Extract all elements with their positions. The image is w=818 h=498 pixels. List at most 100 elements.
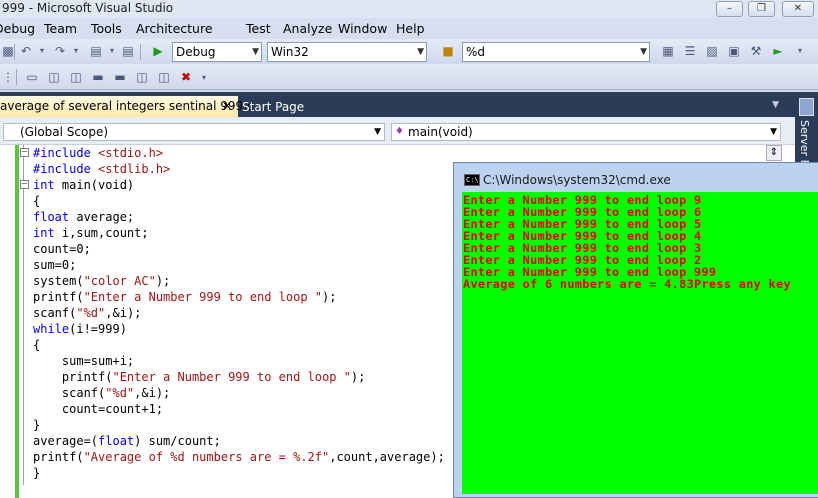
console-output[interactable]: Enter a Number 999 to end loop 9 Enter a…	[462, 192, 818, 494]
chevron-down-icon: ▼	[374, 127, 381, 137]
console-title: C:\Windows\system32\cmd.exe	[483, 173, 671, 187]
menu-test[interactable]: Test	[246, 21, 271, 36]
standard-toolbar: ▩ ↶ ▾ ↷ ▾ ▤ ▾ ▤ ▶ Debug ▼ Win32 ▼ ■ %d ▼…	[0, 39, 818, 64]
toolbox-icon[interactable]: ▣	[726, 43, 742, 59]
menu-team[interactable]: Team	[44, 21, 77, 36]
tab-source-file[interactable]: average of several integers sentinal 999…	[0, 96, 254, 117]
code-token: #include	[33, 146, 99, 160]
collapse-icon[interactable]: –	[20, 180, 29, 189]
extension-manager-icon[interactable]: ►	[770, 43, 786, 59]
scope-select[interactable]: (Global Scope) ▼	[3, 123, 385, 141]
menu-bar: Debug Team Tools Architecture Test Analy…	[0, 18, 818, 39]
server-explorer-icon[interactable]	[799, 98, 814, 116]
minimize-button[interactable]: –	[716, 1, 743, 17]
document-tab-bar: average of several integers sentinal 999…	[0, 92, 795, 117]
undo-dropdown-icon[interactable]: ▾	[34, 43, 50, 59]
solution-explorer-icon[interactable]: ▦	[660, 43, 676, 59]
menu-tools[interactable]: Tools	[91, 21, 122, 36]
comment-icon[interactable]: ◫	[134, 69, 150, 85]
find-value: %d	[466, 45, 486, 59]
toolbar-options-icon[interactable]: ▾	[196, 70, 212, 86]
uncomment-icon[interactable]: ◫	[156, 69, 172, 85]
code-token: ,count,average);	[329, 450, 445, 464]
code-line: int main(void)	[33, 177, 134, 193]
code-token: average=(	[33, 434, 99, 448]
console-window[interactable]: C:\ C:\Windows\system32\cmd.exe Enter a …	[453, 162, 818, 498]
code-line: count=count+1;	[33, 401, 163, 417]
redo-dropdown-icon[interactable]: ▾	[68, 43, 84, 59]
tab-start-page[interactable]: Start Page	[242, 100, 304, 114]
chevron-down-icon: ▼	[417, 47, 424, 57]
solution-platform-select[interactable]: Win32 ▼	[267, 42, 427, 62]
object-browser-icon[interactable]: ▨	[704, 43, 720, 59]
find-combo[interactable]: %d ▼	[462, 42, 650, 62]
menu-debug[interactable]: Debug	[0, 21, 35, 36]
method-icon: ♦	[395, 126, 404, 137]
display-quick-info-icon[interactable]: ▭	[24, 69, 40, 85]
start-debugging-icon[interactable]: ▶	[150, 43, 166, 59]
parameter-info-icon[interactable]: ◫	[46, 69, 62, 85]
close-button[interactable]: ✕	[782, 1, 814, 17]
code-line: sum=sum+i;	[33, 353, 134, 369]
menu-analyze[interactable]: Analyze	[283, 21, 332, 36]
clear-bookmarks-icon[interactable]: ✖	[178, 69, 194, 85]
code-token: {	[33, 338, 41, 352]
code-token: );	[350, 370, 366, 384]
navigate-forward-icon[interactable]: ▤	[120, 43, 136, 59]
tab-label: average of several integers sentinal 999…	[0, 99, 254, 113]
member-select[interactable]: ♦ main(void) ▼	[391, 123, 781, 141]
navigate-backward-icon[interactable]: ▤	[88, 43, 104, 59]
tools-icon[interactable]: ⚒	[748, 43, 764, 59]
close-icon[interactable]: ✕	[222, 96, 232, 116]
server-explorer-label[interactable]: Server E	[798, 120, 811, 167]
menu-architecture[interactable]: Architecture	[136, 21, 213, 36]
code-line: system("color AC");	[33, 273, 170, 289]
code-token: #include	[33, 162, 99, 176]
code-line: average=(float) sum/count;	[33, 433, 221, 449]
outline-guide	[23, 145, 24, 485]
code-token: int	[33, 178, 55, 192]
code-line: scanf("%d",&i);	[33, 385, 170, 401]
code-token: count=0;	[33, 242, 91, 256]
decrease-indent-icon[interactable]: ▬	[90, 69, 106, 85]
code-token: "color AC"	[83, 274, 156, 288]
collapse-icon[interactable]: –	[20, 148, 29, 157]
code-token: float	[33, 210, 70, 224]
menu-help[interactable]: Help	[396, 21, 425, 36]
code-token: system(	[33, 274, 84, 288]
code-line: #include <stdio.h>	[33, 145, 163, 161]
find-in-files-icon[interactable]: ■	[440, 43, 456, 59]
solution-configuration-select[interactable]: Debug ▼	[172, 42, 262, 62]
code-token: ,&i);	[105, 306, 142, 320]
menu-window[interactable]: Window	[338, 21, 387, 36]
code-token: sum=sum+i;	[33, 354, 135, 368]
navigate-dropdown-icon[interactable]: ▾	[104, 43, 120, 59]
split-window-icon[interactable]: ⇕	[766, 145, 782, 161]
redo-icon[interactable]: ↷	[52, 43, 68, 59]
code-token: printf(	[33, 370, 113, 384]
code-token: ) sum/count;	[134, 434, 221, 448]
undo-icon[interactable]: ↶	[18, 43, 34, 59]
tab-list-dropdown-icon[interactable]: ▼	[772, 100, 779, 110]
code-line: }	[33, 417, 40, 433]
code-line: while(i!=999)	[33, 321, 127, 337]
toolbar-options-icon[interactable]: ▾	[792, 43, 808, 59]
code-token: count=count+1;	[33, 402, 164, 416]
console-app-icon: C:\	[464, 174, 480, 186]
code-token: }	[33, 466, 41, 480]
text-editor-toolbar: ⋮ ▭ ◫ ◫ ▬ ▬ ◫ ◫ ✖ ▾	[0, 64, 818, 90]
code-token: <stdio.h>	[98, 146, 164, 160]
member-value: main(void)	[408, 125, 473, 139]
word-completion-icon[interactable]: ◫	[68, 69, 84, 85]
toolbar-separator	[14, 44, 15, 60]
properties-icon[interactable]: ☰	[682, 43, 698, 59]
code-token: "Average of %d numbers are = %.2f"	[83, 450, 330, 464]
code-token: main(void)	[54, 178, 135, 192]
toolbar-separator	[16, 69, 17, 85]
increase-indent-icon[interactable]: ▬	[112, 69, 128, 85]
maximize-button[interactable]: ❐	[748, 1, 775, 17]
code-token: int	[33, 226, 55, 240]
code-token: printf(	[33, 450, 84, 464]
code-token: sum=0;	[33, 258, 77, 272]
code-token: );	[155, 274, 171, 288]
